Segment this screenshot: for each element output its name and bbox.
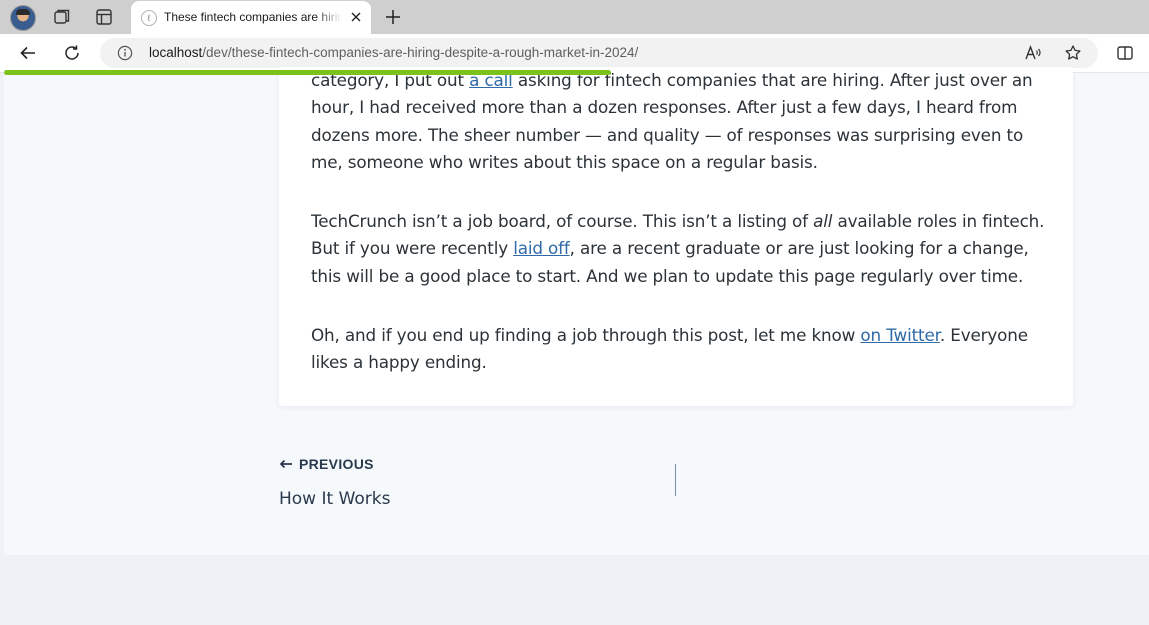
- page-footer: [4, 555, 1149, 625]
- article-body: category, I put out a call asking for fi…: [311, 67, 1046, 409]
- paragraph-2: TechCrunch isn’t a job board, of course.…: [311, 211, 1045, 286]
- close-icon[interactable]: [349, 10, 363, 24]
- paragraph-3: Oh, and if you end up finding a job thro…: [311, 325, 1028, 373]
- url-path: /dev/these-fintech-companies-are-hiring-…: [202, 45, 639, 60]
- address-bar[interactable]: localhost/dev/these-fintech-companies-ar…: [100, 38, 1098, 68]
- article-card: category, I put out a call asking for fi…: [279, 67, 1073, 406]
- workspaces-icon[interactable]: [52, 7, 72, 27]
- laid-off-link[interactable]: laid off: [513, 238, 570, 258]
- paragraph-1: category, I put out a call asking for fi…: [311, 70, 1033, 172]
- active-tab[interactable]: ℓ These fintech companies are hiring des…: [131, 1, 371, 34]
- arrow-left-icon: [279, 459, 292, 469]
- plus-icon[interactable]: [383, 7, 403, 27]
- split-screen-icon[interactable]: [1116, 44, 1134, 62]
- post-navigation: PREVIOUS How It Works: [279, 453, 1074, 513]
- tab-actions-icon[interactable]: [94, 7, 114, 27]
- back-arrow-icon[interactable]: [18, 43, 38, 63]
- profile-avatar[interactable]: [10, 5, 36, 31]
- nav-divider: [675, 464, 676, 496]
- refresh-icon[interactable]: [62, 43, 82, 63]
- on-twitter-link[interactable]: on Twitter: [860, 325, 940, 345]
- previous-label[interactable]: PREVIOUS: [299, 456, 374, 472]
- info-icon[interactable]: [117, 45, 133, 61]
- tab-title: These fintech companies are hiring despi…: [164, 10, 342, 24]
- url-host: localhost: [149, 45, 203, 60]
- read-aloud-icon[interactable]: [1024, 44, 1042, 62]
- star-icon[interactable]: [1064, 44, 1082, 62]
- page-content: category, I put out a call asking for fi…: [4, 67, 1149, 555]
- url-text[interactable]: localhost/dev/these-fintech-companies-ar…: [149, 45, 638, 60]
- page-load-progress: [4, 70, 611, 75]
- tab-strip: ℓ These fintech companies are hiring des…: [0, 0, 1149, 34]
- site-favicon: ℓ: [141, 10, 157, 26]
- previous-post-link[interactable]: How It Works: [279, 489, 390, 509]
